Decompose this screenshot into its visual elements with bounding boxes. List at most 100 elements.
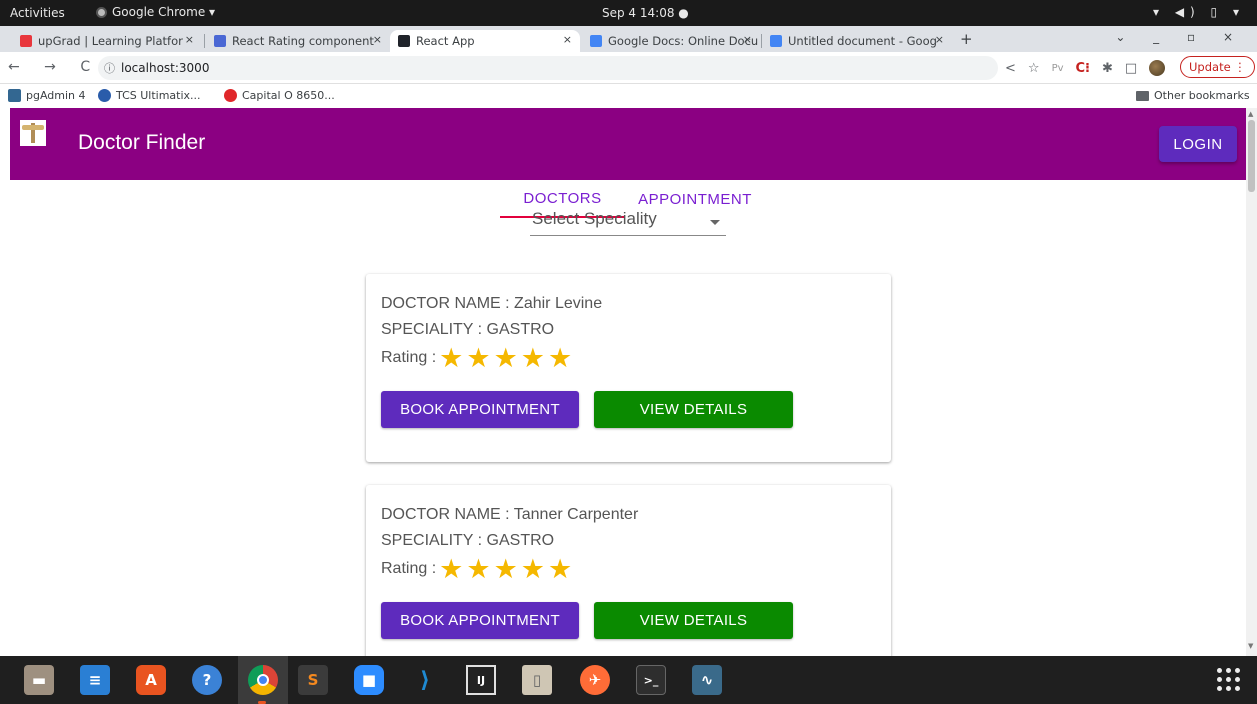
bookmark-item[interactable]: TCS Ultimatix... xyxy=(98,89,201,102)
new-tab-button[interactable]: + xyxy=(960,30,973,48)
clock[interactable]: Sep 4 14:08 ● xyxy=(602,6,689,20)
sublime-icon[interactable]: S xyxy=(298,665,328,695)
bookmark-item[interactable]: pgAdmin 4 xyxy=(8,89,86,102)
star-icon: ★ xyxy=(466,554,491,584)
tab-close-icon[interactable]: × xyxy=(373,33,382,46)
app-header: Doctor Finder LOGIN xyxy=(10,108,1246,180)
ubuntu-dock: ▬ ≡ A ? S ■ ⟩ IJ ▯ ✈ >_ ∿ xyxy=(0,656,1257,704)
tab-close-icon[interactable]: × xyxy=(935,33,944,46)
files-icon[interactable]: ▬ xyxy=(24,665,54,695)
tab-favicon xyxy=(214,35,226,47)
tab-label: React Rating component xyxy=(232,34,374,48)
main-content: DOCTORS APPOINTMENT Select Speciality DO… xyxy=(10,180,1246,656)
side-panel-icon[interactable]: □ xyxy=(1125,61,1137,76)
bookmark-item[interactable]: Capital O 8650... xyxy=(224,89,335,102)
scrollbar-thumb[interactable] xyxy=(1248,120,1255,192)
app-menu[interactable]: Google Chrome ▾ xyxy=(96,5,215,19)
speciality-select[interactable]: Select Speciality xyxy=(530,206,726,236)
doctor-card: DOCTOR NAME : Tanner Carpenter SPECIALIT… xyxy=(366,485,891,656)
view-details-button[interactable]: VIEW DETAILS xyxy=(594,391,793,428)
pgadmin-icon xyxy=(8,89,21,102)
software-icon[interactable]: A xyxy=(136,665,166,695)
doctor-name: DOCTOR NAME : Zahir Levine xyxy=(381,295,603,312)
book-appointment-button[interactable]: BOOK APPOINTMENT xyxy=(381,391,579,428)
tab-favicon xyxy=(590,35,602,47)
view-details-button[interactable]: VIEW DETAILS xyxy=(594,602,793,639)
browser-tab[interactable]: Google Docs: Online Docu × xyxy=(582,30,760,52)
rating-label: Rating : xyxy=(381,560,437,577)
vscode-icon[interactable]: ⟩ xyxy=(410,665,440,695)
navigation-buttons[interactable]: ← → C xyxy=(8,59,100,75)
tab-label: upGrad | Learning Platfor xyxy=(38,34,183,48)
book-appointment-button[interactable]: BOOK APPOINTMENT xyxy=(381,602,579,639)
star-icon: ★ xyxy=(520,343,546,373)
address-bar[interactable]: ⓘ localhost:3000 xyxy=(98,56,998,80)
system-top-bar: Activities Google Chrome ▾ Sep 4 14:08 ●… xyxy=(0,0,1257,26)
star-icon: ★ xyxy=(493,343,518,373)
help-icon[interactable]: ? xyxy=(192,665,222,695)
app-menu-label: Google Chrome ▾ xyxy=(112,5,216,19)
doctor-rating: Rating : ★ ★ ★ ★ ★ xyxy=(381,554,573,584)
dropdown-arrow-icon xyxy=(710,220,720,225)
system-tray[interactable]: ▾ ◀) ▯ ▾ xyxy=(1153,5,1245,19)
intellij-icon[interactable]: IJ xyxy=(466,665,496,695)
chrome-icon xyxy=(248,665,278,695)
tab-close-icon[interactable]: × xyxy=(743,33,752,46)
doctor-speciality: SPECIALITY : GASTRO xyxy=(381,321,555,338)
browser-tab-strip: upGrad | Learning Platfor × React Rating… xyxy=(0,26,1257,52)
bookmark-star-icon[interactable]: ☆ xyxy=(1028,61,1040,76)
star-icon: ★ xyxy=(439,554,464,584)
star-icon: ★ xyxy=(439,343,464,373)
writer-icon[interactable]: ≡ xyxy=(80,665,110,695)
doctor-card: DOCTOR NAME : Zahir Levine SPECIALITY : … xyxy=(366,274,891,462)
tab-separator xyxy=(204,34,205,48)
extension-ci-icon[interactable]: C⁝ xyxy=(1076,61,1090,76)
star-icon: ★ xyxy=(548,343,573,373)
postman-icon[interactable]: ✈ xyxy=(580,665,610,695)
speciality-select-label: Select Speciality xyxy=(532,209,657,228)
extensions-puzzle-icon[interactable]: ✱ xyxy=(1102,61,1113,76)
chrome-dock-item[interactable] xyxy=(238,656,288,704)
tab-close-icon[interactable]: × xyxy=(563,33,572,46)
window-controls[interactable]: ⌄ _ ▫ × xyxy=(1115,30,1245,44)
oyo-icon xyxy=(224,89,237,102)
bookmark-label: Capital O 8650... xyxy=(242,89,335,102)
activities-button[interactable]: Activities xyxy=(10,6,65,20)
star-icon: ★ xyxy=(548,554,573,584)
star-icon: ★ xyxy=(466,343,491,373)
other-bookmarks[interactable]: Other bookmarks xyxy=(1136,89,1250,102)
star-icon: ★ xyxy=(520,554,546,584)
scroll-down-icon[interactable]: ▼ xyxy=(1248,642,1253,650)
share-icon[interactable]: < xyxy=(1005,61,1016,76)
extension-pv-icon[interactable]: Pv xyxy=(1052,63,1064,74)
tab-label: Google Docs: Online Docu xyxy=(608,34,759,48)
doctor-speciality: SPECIALITY : GASTRO xyxy=(381,532,555,549)
tab-label: React App xyxy=(416,34,475,48)
doctor-name: DOCTOR NAME : Tanner Carpenter xyxy=(381,506,639,523)
login-button[interactable]: LOGIN xyxy=(1159,126,1237,162)
terminal-icon[interactable]: >_ xyxy=(636,665,666,695)
rating-label: Rating : xyxy=(381,349,437,366)
browser-tab[interactable]: upGrad | Learning Platfor × xyxy=(12,30,202,52)
update-button[interactable]: Update ⋮ xyxy=(1180,56,1255,78)
zoom-icon[interactable]: ■ xyxy=(354,665,384,695)
toolbar-icons: < ☆ Pv C⁝ ✱ □ xyxy=(1005,60,1166,76)
archive-icon[interactable]: ▯ xyxy=(522,665,552,695)
page-scrollbar[interactable]: ▲ ▼ xyxy=(1246,108,1257,656)
tab-label: Untitled document - Goog xyxy=(788,34,937,48)
profile-avatar[interactable] xyxy=(1149,60,1166,76)
browser-tab[interactable]: Untitled document - Goog × xyxy=(762,30,952,52)
show-applications-icon[interactable] xyxy=(1217,668,1241,692)
folder-icon xyxy=(1136,90,1149,101)
info-icon[interactable]: ⓘ xyxy=(104,60,115,76)
doctor-rating: Rating : ★ ★ ★ ★ ★ xyxy=(381,343,573,373)
mysql-workbench-icon[interactable]: ∿ xyxy=(692,665,722,695)
browser-tab[interactable]: React Rating component × xyxy=(206,30,390,52)
screen: Activities Google Chrome ▾ Sep 4 14:08 ●… xyxy=(0,0,1257,704)
url-text: localhost:3000 xyxy=(121,61,210,75)
scroll-up-icon[interactable]: ▲ xyxy=(1248,110,1253,118)
browser-tab-active[interactable]: React App × xyxy=(390,30,580,52)
bookmark-label: TCS Ultimatix... xyxy=(116,89,201,102)
star-icon: ★ xyxy=(493,554,518,584)
tab-close-icon[interactable]: × xyxy=(185,33,194,46)
